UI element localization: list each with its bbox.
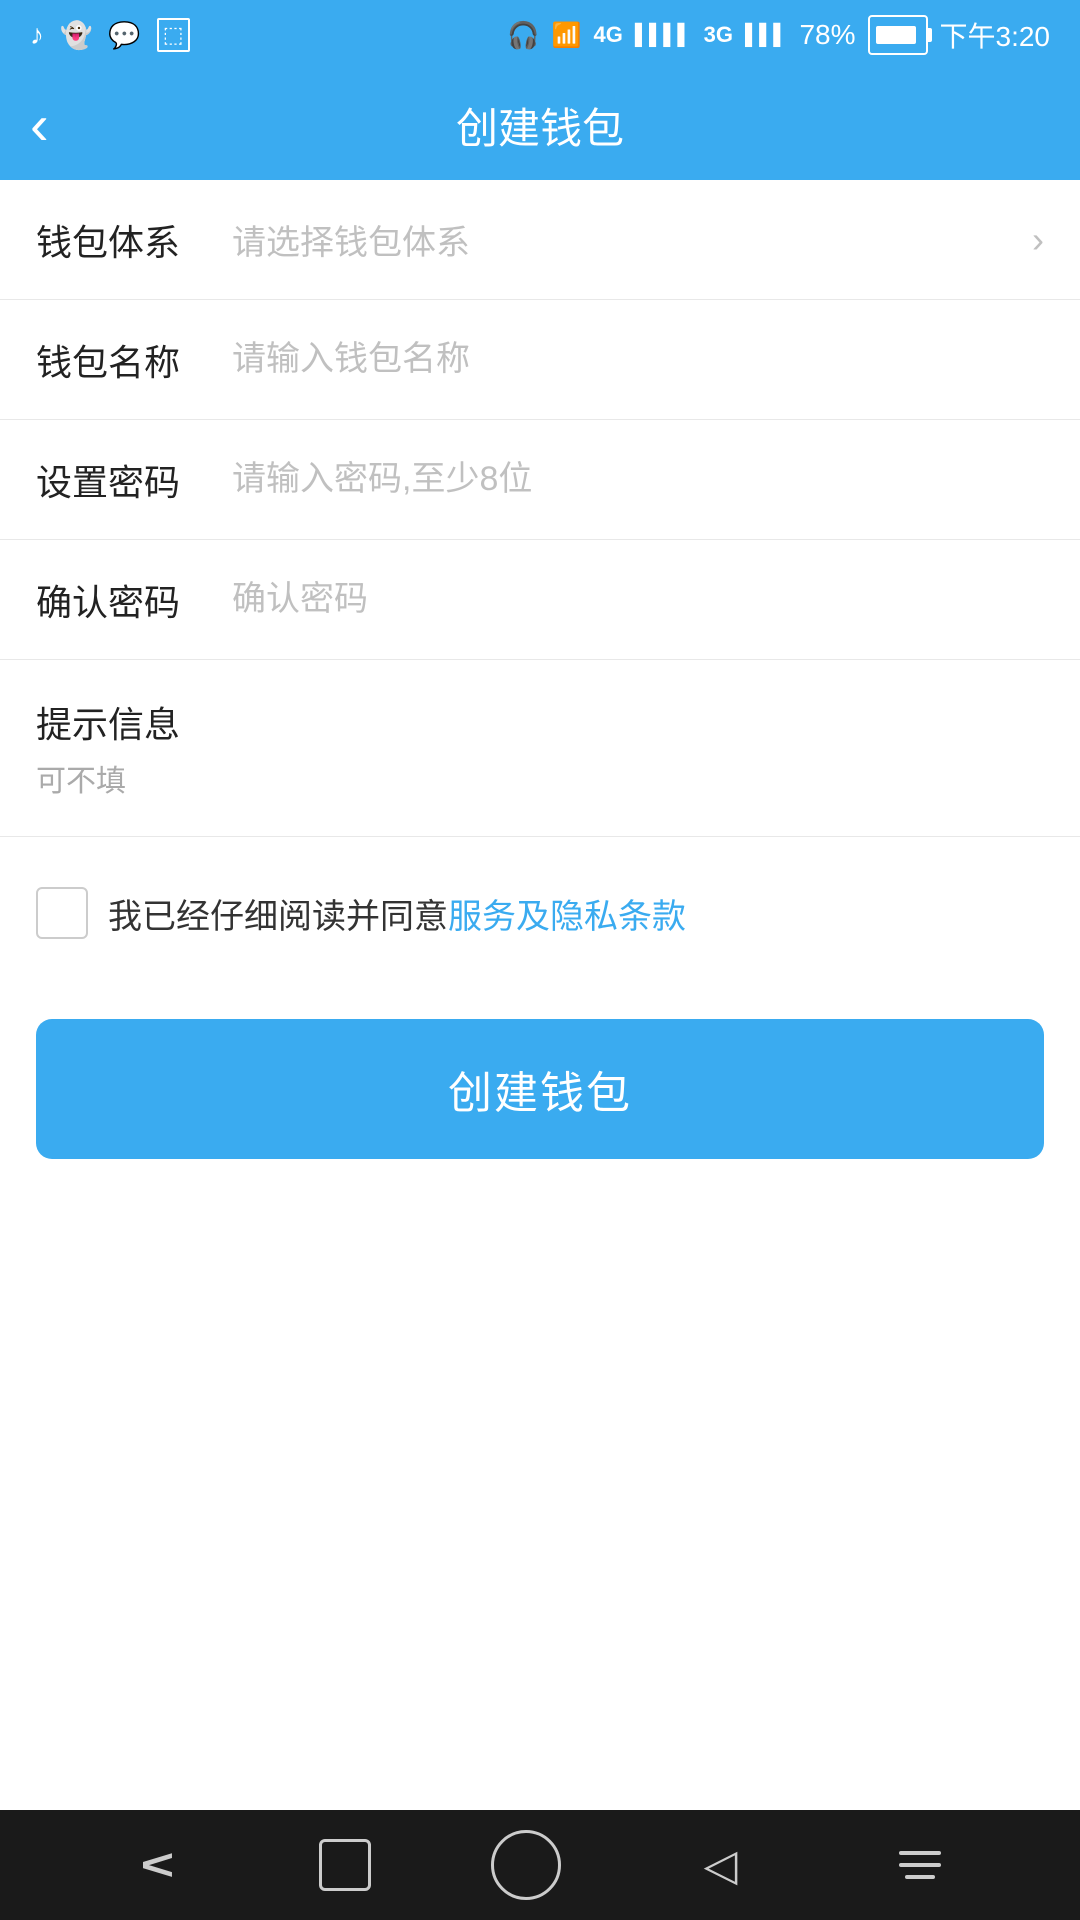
hint-subtitle: 可不填: [36, 756, 1044, 800]
terms-link[interactable]: 服务及隐私条款: [448, 898, 686, 936]
screen-icon: ⬚: [157, 18, 190, 52]
headphone-icon: 🎧: [507, 20, 539, 51]
app-header: ‹ 创建钱包: [0, 70, 1080, 180]
nav-home-button[interactable]: [491, 1830, 561, 1900]
nav-back-button[interactable]: ∨: [120, 1825, 200, 1905]
nav-square-button[interactable]: [319, 1839, 371, 1891]
password-input[interactable]: [216, 460, 1044, 499]
battery-percent: 78%: [799, 19, 855, 51]
password-row: 设置密码: [0, 420, 1080, 540]
password-label: 设置密码: [36, 454, 216, 506]
battery-icon: [868, 15, 928, 55]
wechat-icon: 💬: [108, 20, 140, 51]
wallet-name-row: 钱包名称: [0, 300, 1080, 420]
bottom-navigation: ∨ ◁: [0, 1810, 1080, 1920]
time: 下午3:20: [940, 15, 1051, 55]
signal-bars-3g: ▌▌▌: [745, 24, 788, 47]
wallet-system-row[interactable]: 钱包体系 请选择钱包体系 ›: [0, 180, 1080, 300]
status-bar: ♪ 👻 💬 ⬚ 🎧 📶 4G ▌▌▌▌ 3G ▌▌▌ 78% 下午3:20: [0, 0, 1080, 70]
nav-triangle-button[interactable]: ◁: [681, 1825, 761, 1905]
status-icons-right: 🎧 📶 4G ▌▌▌▌ 3G ▌▌▌ 78% 下午3:20: [507, 15, 1050, 55]
signal-3g: 3G: [704, 22, 733, 48]
back-button[interactable]: ‹: [30, 97, 49, 153]
terms-text: 我已经仔细阅读并同意服务及隐私条款: [108, 889, 686, 938]
create-button-wrapper: 创建钱包: [0, 989, 1080, 1189]
wallet-system-placeholder: 请选择钱包体系: [216, 215, 1016, 264]
nav-menu-button[interactable]: [880, 1825, 960, 1905]
page-title: 创建钱包: [456, 95, 624, 156]
signal-4g: 4G: [594, 22, 623, 48]
hint-info-row: 提示信息 可不填: [0, 660, 1080, 837]
wifi-icon: 📶: [552, 21, 582, 50]
terms-checkbox[interactable]: [36, 887, 88, 939]
confirm-password-label: 确认密码: [36, 574, 216, 626]
terms-prefix: 我已经仔细阅读并同意: [108, 898, 448, 936]
wallet-name-input[interactable]: [216, 340, 1044, 379]
confirm-password-input[interactable]: [216, 580, 1044, 619]
snapchat-icon: 👻: [60, 20, 92, 51]
status-icons-left: ♪ 👻 💬 ⬚: [30, 18, 190, 52]
music-icon: ♪: [30, 19, 44, 51]
wallet-name-label: 钱包名称: [36, 334, 216, 386]
form-content: 钱包体系 请选择钱包体系 › 钱包名称 设置密码 确认密码 提示信息 可不填 我…: [0, 180, 1080, 1810]
wallet-system-label: 钱包体系: [36, 214, 216, 266]
chevron-right-icon: ›: [1032, 219, 1044, 261]
terms-row: 我已经仔细阅读并同意服务及隐私条款: [0, 837, 1080, 989]
confirm-password-row: 确认密码: [0, 540, 1080, 660]
create-wallet-button[interactable]: 创建钱包: [36, 1019, 1044, 1159]
signal-bars-4g: ▌▌▌▌: [635, 24, 692, 47]
hint-title: 提示信息: [36, 696, 1044, 748]
